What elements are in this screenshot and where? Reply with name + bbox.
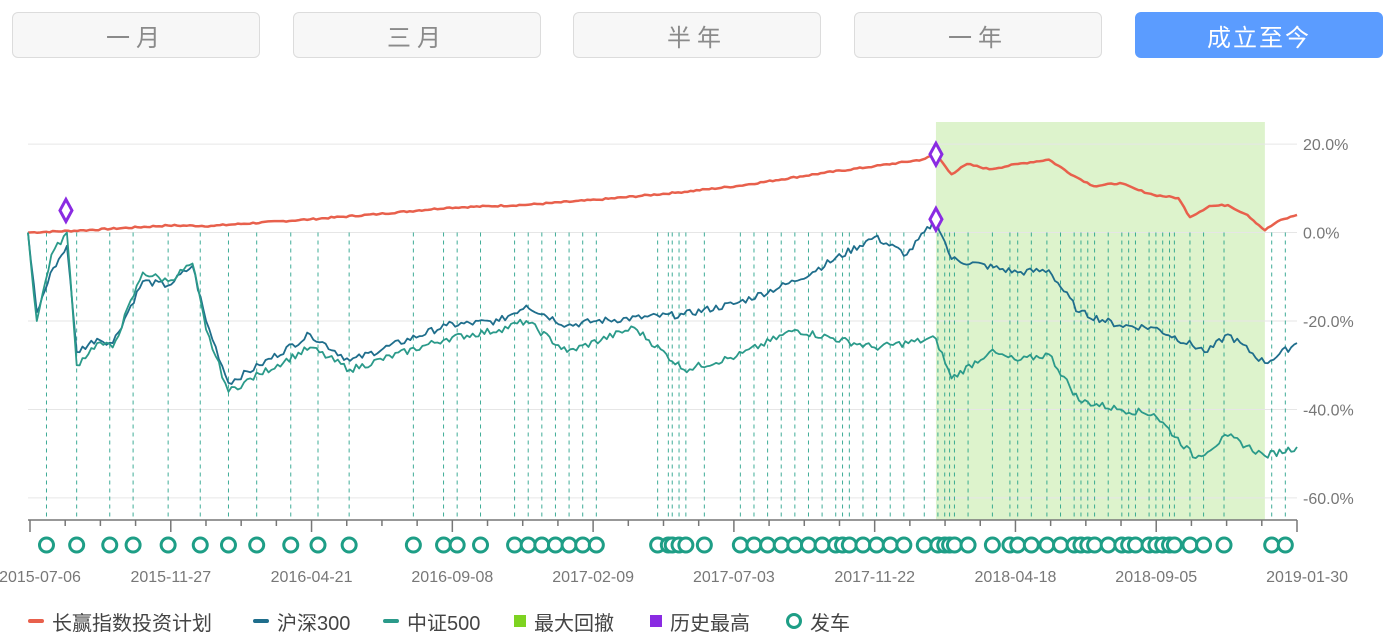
legend-swatch-hs300 xyxy=(253,619,269,623)
trip-icon xyxy=(868,536,886,554)
trip-icon xyxy=(435,536,453,554)
y-tick-label: -20.0% xyxy=(1303,314,1354,331)
legend-item-zz500[interactable]: 中证500 xyxy=(383,604,480,638)
trip-icon xyxy=(1009,536,1027,554)
trip-icon xyxy=(533,536,551,554)
x-tick-label: 2016-09-08 xyxy=(411,569,493,586)
trip-icon xyxy=(799,536,817,554)
tab-one-year[interactable]: 一年 xyxy=(854,12,1102,58)
trip-icon xyxy=(1215,536,1233,554)
trip-icon xyxy=(191,536,209,554)
all-time-high-marker xyxy=(58,196,74,225)
trip-icon xyxy=(854,536,872,554)
legend-item-hs300[interactable]: 沪深300 xyxy=(253,604,350,638)
trip-icon xyxy=(519,536,537,554)
trip-icon xyxy=(248,536,266,554)
trip-icon xyxy=(340,536,358,554)
y-tick-label: -40.0% xyxy=(1303,402,1354,419)
trip-icon xyxy=(945,536,963,554)
chart-legend: 长赢指数投资计划 沪深300 中证500 最大回撤 历史最高 发车 xyxy=(0,604,1394,638)
trip-icon xyxy=(840,536,858,554)
trip-icon xyxy=(677,536,695,554)
y-tick-label: -60.0% xyxy=(1303,491,1354,508)
legend-label-zz500: 中证500 xyxy=(407,612,481,635)
legend-item-all-time-high[interactable]: 历史最高 xyxy=(650,604,750,638)
tab-three-months[interactable]: 三月 xyxy=(293,12,541,58)
x-tick-label: 2019-01-30 xyxy=(1266,569,1348,586)
trip-icon xyxy=(731,536,749,554)
trip-icon xyxy=(1038,536,1056,554)
tab-since-inception[interactable]: 成立至今 xyxy=(1135,12,1383,58)
trip-icon xyxy=(309,536,327,554)
performance-chart: 20.0% 0.0% -20.0% -40.0% -60.0% 2015-07-06 201… xyxy=(0,122,1354,586)
y-tick-label: 0.0% xyxy=(1303,226,1339,243)
tab-one-month[interactable]: 一月 xyxy=(12,12,260,58)
trip-icon xyxy=(759,536,777,554)
trip-icon xyxy=(1126,536,1144,554)
trip-icon xyxy=(983,536,1001,554)
legend-swatch-max-drawdown xyxy=(514,615,526,627)
trip-icon xyxy=(472,536,490,554)
trip-icon xyxy=(282,536,300,554)
trip-icon xyxy=(881,536,899,554)
trip-icon xyxy=(1195,536,1213,554)
trip-icon xyxy=(219,536,237,554)
trip-icon xyxy=(448,536,466,554)
trip-icon xyxy=(506,536,524,554)
x-tick-label: 2017-07-03 xyxy=(693,569,775,586)
trip-icon xyxy=(786,536,804,554)
legend-item-plan[interactable]: 长赢指数投资计划 xyxy=(28,604,212,638)
trip-icon xyxy=(1086,536,1104,554)
trip-icon xyxy=(772,536,790,554)
trip-icon xyxy=(1263,536,1281,554)
trip-icon xyxy=(546,536,564,554)
legend-label-max-drawdown: 最大回撤 xyxy=(534,612,614,635)
trip-icon xyxy=(574,536,592,554)
trip-icon xyxy=(745,536,763,554)
trip-icon xyxy=(1099,536,1117,554)
x-tick-label: 2017-11-22 xyxy=(834,569,915,586)
trip-icon xyxy=(1165,536,1183,554)
trip-icon xyxy=(1276,536,1294,554)
tab-half-year[interactable]: 半年 xyxy=(573,12,821,58)
trip-icon xyxy=(404,536,422,554)
trip-icon xyxy=(1181,536,1199,554)
trip-icon xyxy=(159,536,177,554)
legend-item-max-drawdown[interactable]: 最大回撤 xyxy=(514,604,614,638)
x-tick-label: 2016-04-21 xyxy=(271,569,353,586)
trip-icon xyxy=(560,536,578,554)
trip-icon xyxy=(587,536,605,554)
x-tick-label: 2015-11-27 xyxy=(130,569,211,586)
y-tick-label: 20.0% xyxy=(1303,137,1348,154)
trip-icon xyxy=(37,536,55,554)
legend-swatch-trip-icon xyxy=(786,613,802,629)
x-tick-label: 2015-07-06 xyxy=(0,569,81,586)
x-tick-label: 2017-02-09 xyxy=(552,569,634,586)
trip-icon xyxy=(68,536,86,554)
trip-icon xyxy=(813,536,831,554)
legend-label-all-time-high: 历史最高 xyxy=(670,612,750,635)
trip-icon xyxy=(1022,536,1040,554)
legend-item-trip[interactable]: 发车 xyxy=(786,604,850,638)
legend-swatch-zz500 xyxy=(383,619,399,623)
legend-swatch-plan xyxy=(28,619,44,623)
trip-icon xyxy=(101,536,119,554)
legend-label-trip: 发车 xyxy=(810,612,850,635)
trip-icon xyxy=(915,536,933,554)
time-range-tabs: 一月 三月 半年 一年 成立至今 xyxy=(0,0,1394,70)
trip-icon xyxy=(124,536,142,554)
legend-label-plan: 长赢指数投资计划 xyxy=(52,612,212,635)
trip-icon xyxy=(695,536,713,554)
trip-icon xyxy=(895,536,913,554)
trip-icon xyxy=(959,536,977,554)
legend-label-hs300: 沪深300 xyxy=(277,612,351,635)
x-tick-label: 2018-09-05 xyxy=(1115,569,1197,586)
trip-icon xyxy=(1052,536,1070,554)
x-tick-label: 2018-04-18 xyxy=(975,569,1057,586)
legend-swatch-all-time-high xyxy=(650,615,662,627)
